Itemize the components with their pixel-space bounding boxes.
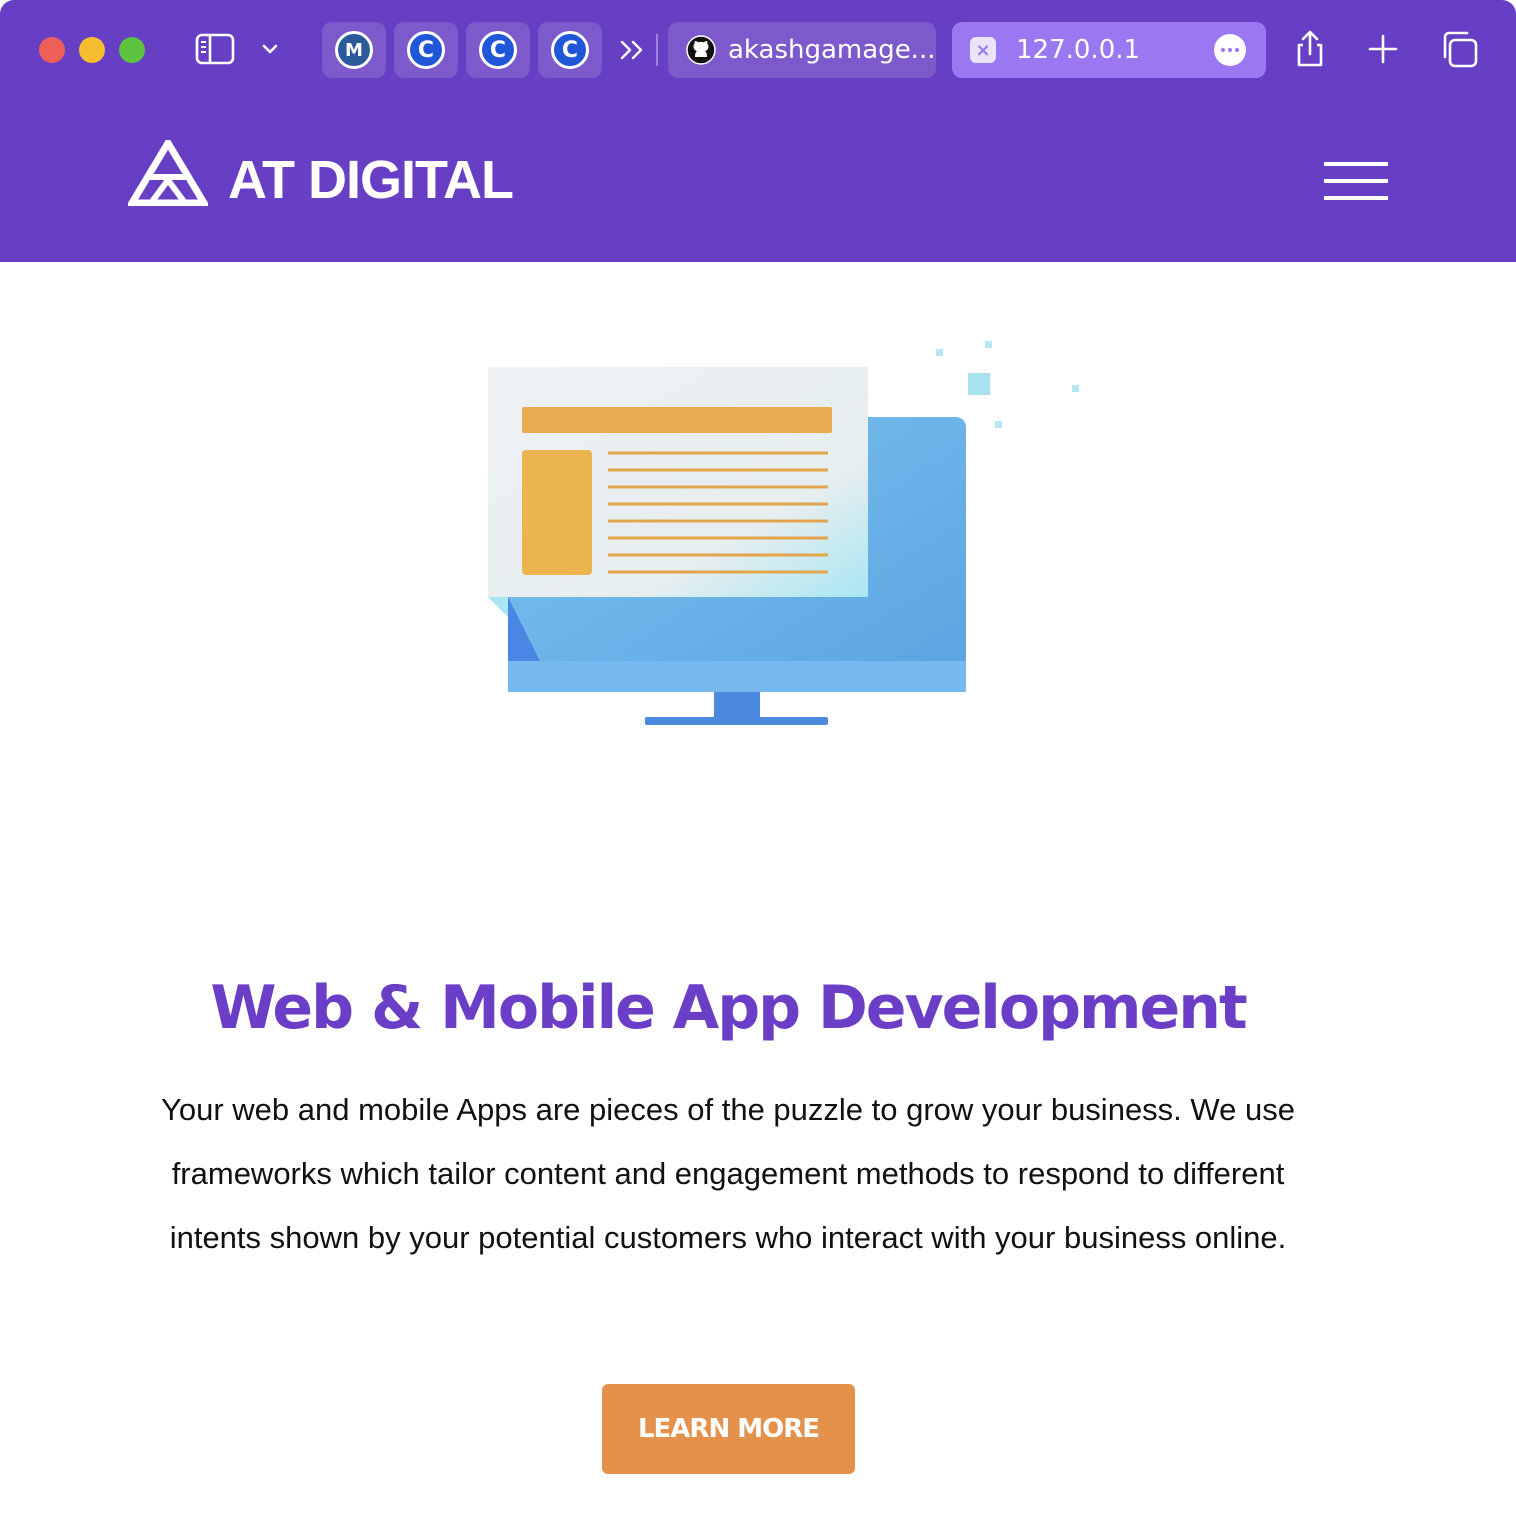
pinned-tab-3[interactable]: C <box>466 22 530 78</box>
tab-github[interactable]: akashgamage... <box>668 22 936 78</box>
service-description: Your web and mobile Apps are pieces of t… <box>161 1092 1295 1255</box>
more-options-icon[interactable] <box>1214 34 1246 66</box>
pinned-tab-4[interactable]: C <box>538 22 602 78</box>
learn-more-button[interactable]: LEARN MORE <box>602 1384 855 1474</box>
page-title: Web & Mobile App Development <box>210 973 1247 1043</box>
tab-active-localhost[interactable]: × 127.0.0.1 <box>952 22 1266 78</box>
tab-divider <box>656 34 658 66</box>
tab-overview-icon[interactable] <box>1439 29 1479 69</box>
github-icon <box>686 35 716 65</box>
tab-label: 127.0.0.1 <box>1016 35 1141 65</box>
pinned-tab-2[interactable]: C <box>394 22 458 78</box>
minimize-window-button[interactable] <box>79 37 105 63</box>
brand-name[interactable]: AT DIGITAL <box>228 150 514 210</box>
zoom-window-button[interactable] <box>119 37 145 63</box>
pinned-tab-1[interactable]: M <box>322 22 386 78</box>
tab-label: akashgamage... <box>728 35 936 65</box>
desktop-monitor-illustration <box>488 341 1079 725</box>
c-logo-icon: C <box>407 31 445 69</box>
site-header: AT DIGITAL <box>0 100 1516 262</box>
at-digital-logo-icon[interactable] <box>128 140 208 206</box>
close-icon[interactable]: × <box>970 37 996 63</box>
more-tabs-chevron-icon[interactable] <box>616 35 650 65</box>
share-icon[interactable] <box>1290 29 1330 69</box>
c-logo-icon: C <box>551 31 589 69</box>
m-logo-icon: M <box>335 31 373 69</box>
new-tab-plus-icon[interactable] <box>1363 29 1403 69</box>
browser-window: M C C C akashgamage... × 127.0.0.1 AT DI… <box>0 0 1516 1526</box>
chevron-down-icon[interactable] <box>259 38 281 60</box>
browser-toolbar: M C C C akashgamage... × 127.0.0.1 <box>0 0 1516 100</box>
close-window-button[interactable] <box>39 37 65 63</box>
sidebar-toggle-icon[interactable] <box>195 33 235 65</box>
c-logo-icon: C <box>479 31 517 69</box>
hamburger-menu-icon[interactable] <box>1324 162 1388 202</box>
